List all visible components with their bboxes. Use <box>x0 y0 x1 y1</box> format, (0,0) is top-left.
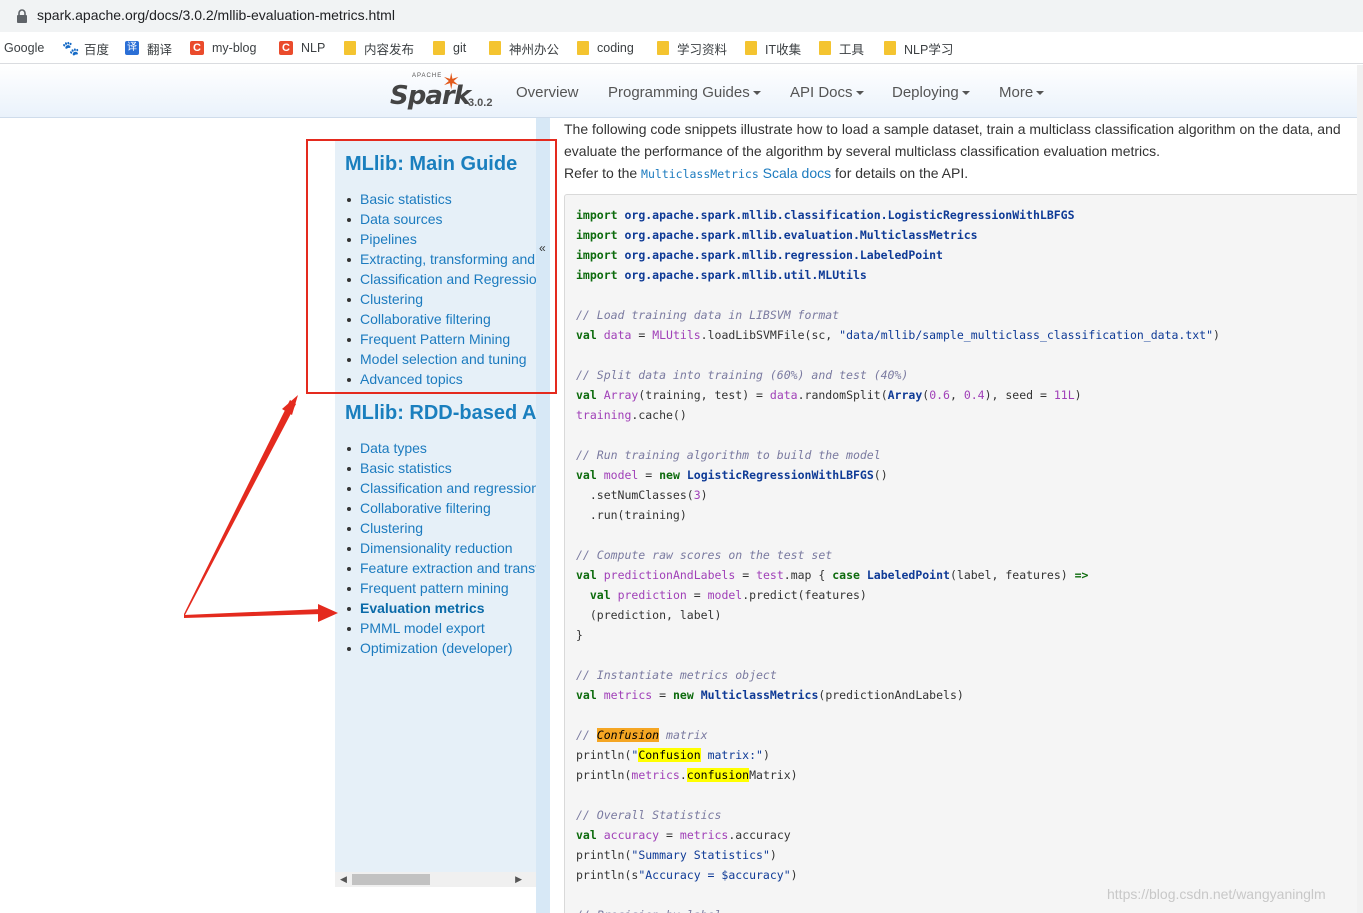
sidebar-item[interactable]: Data types <box>347 438 536 458</box>
folder-icon <box>344 41 356 55</box>
bookmarks-bar: Google 🐾 百度 译翻译 Cmy-blog C NLP 内容发布 git 神州… <box>0 32 1363 64</box>
sidebar-heading-rdd-guide[interactable]: MLlib: RDD-based API Guide <box>345 402 536 425</box>
bookmark-my-blog[interactable]: Cmy-blog <box>190 39 256 57</box>
caret-down-icon <box>855 91 864 96</box>
spark-star-icon: ✶ <box>442 69 461 94</box>
arrow-head-icon <box>282 395 298 415</box>
lock-icon <box>17 9 27 23</box>
folder-icon <box>657 41 669 55</box>
translate-icon: 译 <box>125 41 139 55</box>
nav-label: Deploying <box>892 84 959 101</box>
bookmark-label: NLP <box>301 41 326 55</box>
bookmark-google[interactable]: Google <box>4 39 44 57</box>
sidebar-item[interactable]: Feature extraction and transformation <box>347 558 536 578</box>
url-text[interactable]: spark.apache.org/docs/3.0.2/mllib-evalua… <box>37 7 395 23</box>
refer-prefix: Refer to the <box>564 165 642 181</box>
bookmark-tools[interactable]: 工具 <box>819 39 864 57</box>
bookmark-content-publish[interactable]: 内容发布 <box>344 39 414 57</box>
sidebar-item[interactable]: Optimization (developer) <box>347 638 536 658</box>
nav-label: More <box>999 84 1034 101</box>
bookmark-baidu[interactable]: 🐾 百度 <box>62 39 109 57</box>
bookmark-label: coding <box>597 41 634 55</box>
scrollbar-thumb[interactable] <box>352 874 430 885</box>
scala-code: import org.apache.spark.mllib.classifica… <box>576 208 1220 913</box>
scala-docs-link[interactable]: MulticlassMetrics Scala docs <box>641 165 831 181</box>
intro-line: evaluate the performance of the algorith… <box>564 143 1161 159</box>
nav-deploying[interactable]: Deploying <box>892 84 970 101</box>
nav-label: API Docs <box>790 84 853 101</box>
refer-suffix: for details on the API. <box>831 165 969 181</box>
csdn-icon: C <box>279 41 293 55</box>
bookmark-label: 工具 <box>839 42 865 57</box>
sidebar-item[interactable]: Classification and regression <box>347 478 536 498</box>
folder-icon <box>577 41 589 55</box>
sidebar-item[interactable]: Basic statistics <box>347 458 536 478</box>
nav-programming-guides[interactable]: Programming Guides <box>608 84 761 101</box>
bookmark-label: 翻译 <box>147 42 173 57</box>
folder-icon <box>745 41 757 55</box>
intro-line: The following code snippets illustrate h… <box>564 121 1341 137</box>
code-block[interactable]: import org.apache.spark.mllib.classifica… <box>564 194 1359 913</box>
bookmark-study[interactable]: 学习资料 <box>657 39 727 57</box>
sidebar-item[interactable]: Clustering <box>347 518 536 538</box>
caret-down-icon <box>1036 91 1045 96</box>
bookmark-label: IT收集 <box>765 42 802 57</box>
bookmark-label: 神州办公 <box>509 42 560 57</box>
sidebar-item[interactable]: Dimensionality reduction <box>347 538 536 558</box>
folder-icon <box>884 41 896 55</box>
folder-icon <box>489 41 501 55</box>
nav-overview[interactable]: Overview <box>516 84 579 101</box>
main-content: The following code snippets illustrate h… <box>564 118 1354 185</box>
nav-more[interactable]: More <box>999 84 1045 101</box>
annotation-red-box <box>306 139 557 394</box>
scroll-right-icon[interactable]: ▶ <box>515 874 522 885</box>
caret-down-icon <box>752 91 761 96</box>
sidebar-item[interactable]: Frequent pattern mining <box>347 578 536 598</box>
logo-apache-text: APACHE <box>412 73 443 79</box>
bookmark-nlp-study[interactable]: NLP学习 <box>884 39 953 57</box>
link-label: Scala docs <box>758 165 832 181</box>
refer-line: Refer to the MulticlassMetrics Scala doc… <box>564 162 1354 185</box>
bookmark-label: Google <box>4 41 45 55</box>
arrow-to-main-guide <box>184 400 296 617</box>
spark-navbar: APACHE Spark ✶ 3.0.2 Overview Programmin… <box>0 65 1363 118</box>
bookmark-it[interactable]: IT收集 <box>745 39 801 57</box>
bookmark-translate[interactable]: 译翻译 <box>125 39 172 57</box>
arrow-to-evaluation-metrics <box>184 609 322 618</box>
scroll-left-icon[interactable]: ◀ <box>340 874 347 885</box>
bookmark-coding[interactable]: coding <box>577 39 634 57</box>
sidebar-item[interactable]: Collaborative filtering <box>347 498 536 518</box>
rdd-guide-list: Data types Basic statistics Classificati… <box>347 438 536 658</box>
bookmark-label: 百度 <box>84 42 110 57</box>
folder-icon <box>819 41 831 55</box>
bookmark-label: my-blog <box>212 41 257 55</box>
bookmark-nlp[interactable]: C NLP <box>279 39 325 57</box>
sidebar-item-active[interactable]: Evaluation metrics <box>347 598 536 618</box>
class-name-code: MulticlassMetrics <box>641 167 759 181</box>
nav-api-docs[interactable]: API Docs <box>790 84 864 101</box>
csdn-icon: C <box>190 41 204 55</box>
version-label: 3.0.2 <box>468 97 493 109</box>
page-scrollbar[interactable] <box>1357 65 1363 913</box>
bookmark-shenzhou[interactable]: 神州办公 <box>489 39 559 57</box>
sidebar-horizontal-scrollbar[interactable]: ◀ ▶ <box>335 872 536 887</box>
intro-text: The following code snippets illustrate h… <box>564 118 1354 185</box>
folder-icon <box>433 41 445 55</box>
bookmark-label: 内容发布 <box>364 42 415 57</box>
bookmark-label: NLP学习 <box>904 42 954 57</box>
bookmark-git[interactable]: git <box>433 39 466 57</box>
address-bar[interactable]: spark.apache.org/docs/3.0.2/mllib-evalua… <box>0 0 1363 32</box>
sidebar-item[interactable]: PMML model export <box>347 618 536 638</box>
bookmark-label: 学习资料 <box>677 42 728 57</box>
nav-label: Programming Guides <box>608 84 750 101</box>
caret-down-icon <box>961 91 970 96</box>
bookmark-label: git <box>453 41 467 55</box>
spark-logo[interactable]: APACHE Spark ✶ 3.0.2 <box>390 69 500 115</box>
watermark-text: https://blog.csdn.net/wangyaninglm <box>1107 886 1326 902</box>
baidu-paw-icon: 🐾 <box>62 40 80 56</box>
